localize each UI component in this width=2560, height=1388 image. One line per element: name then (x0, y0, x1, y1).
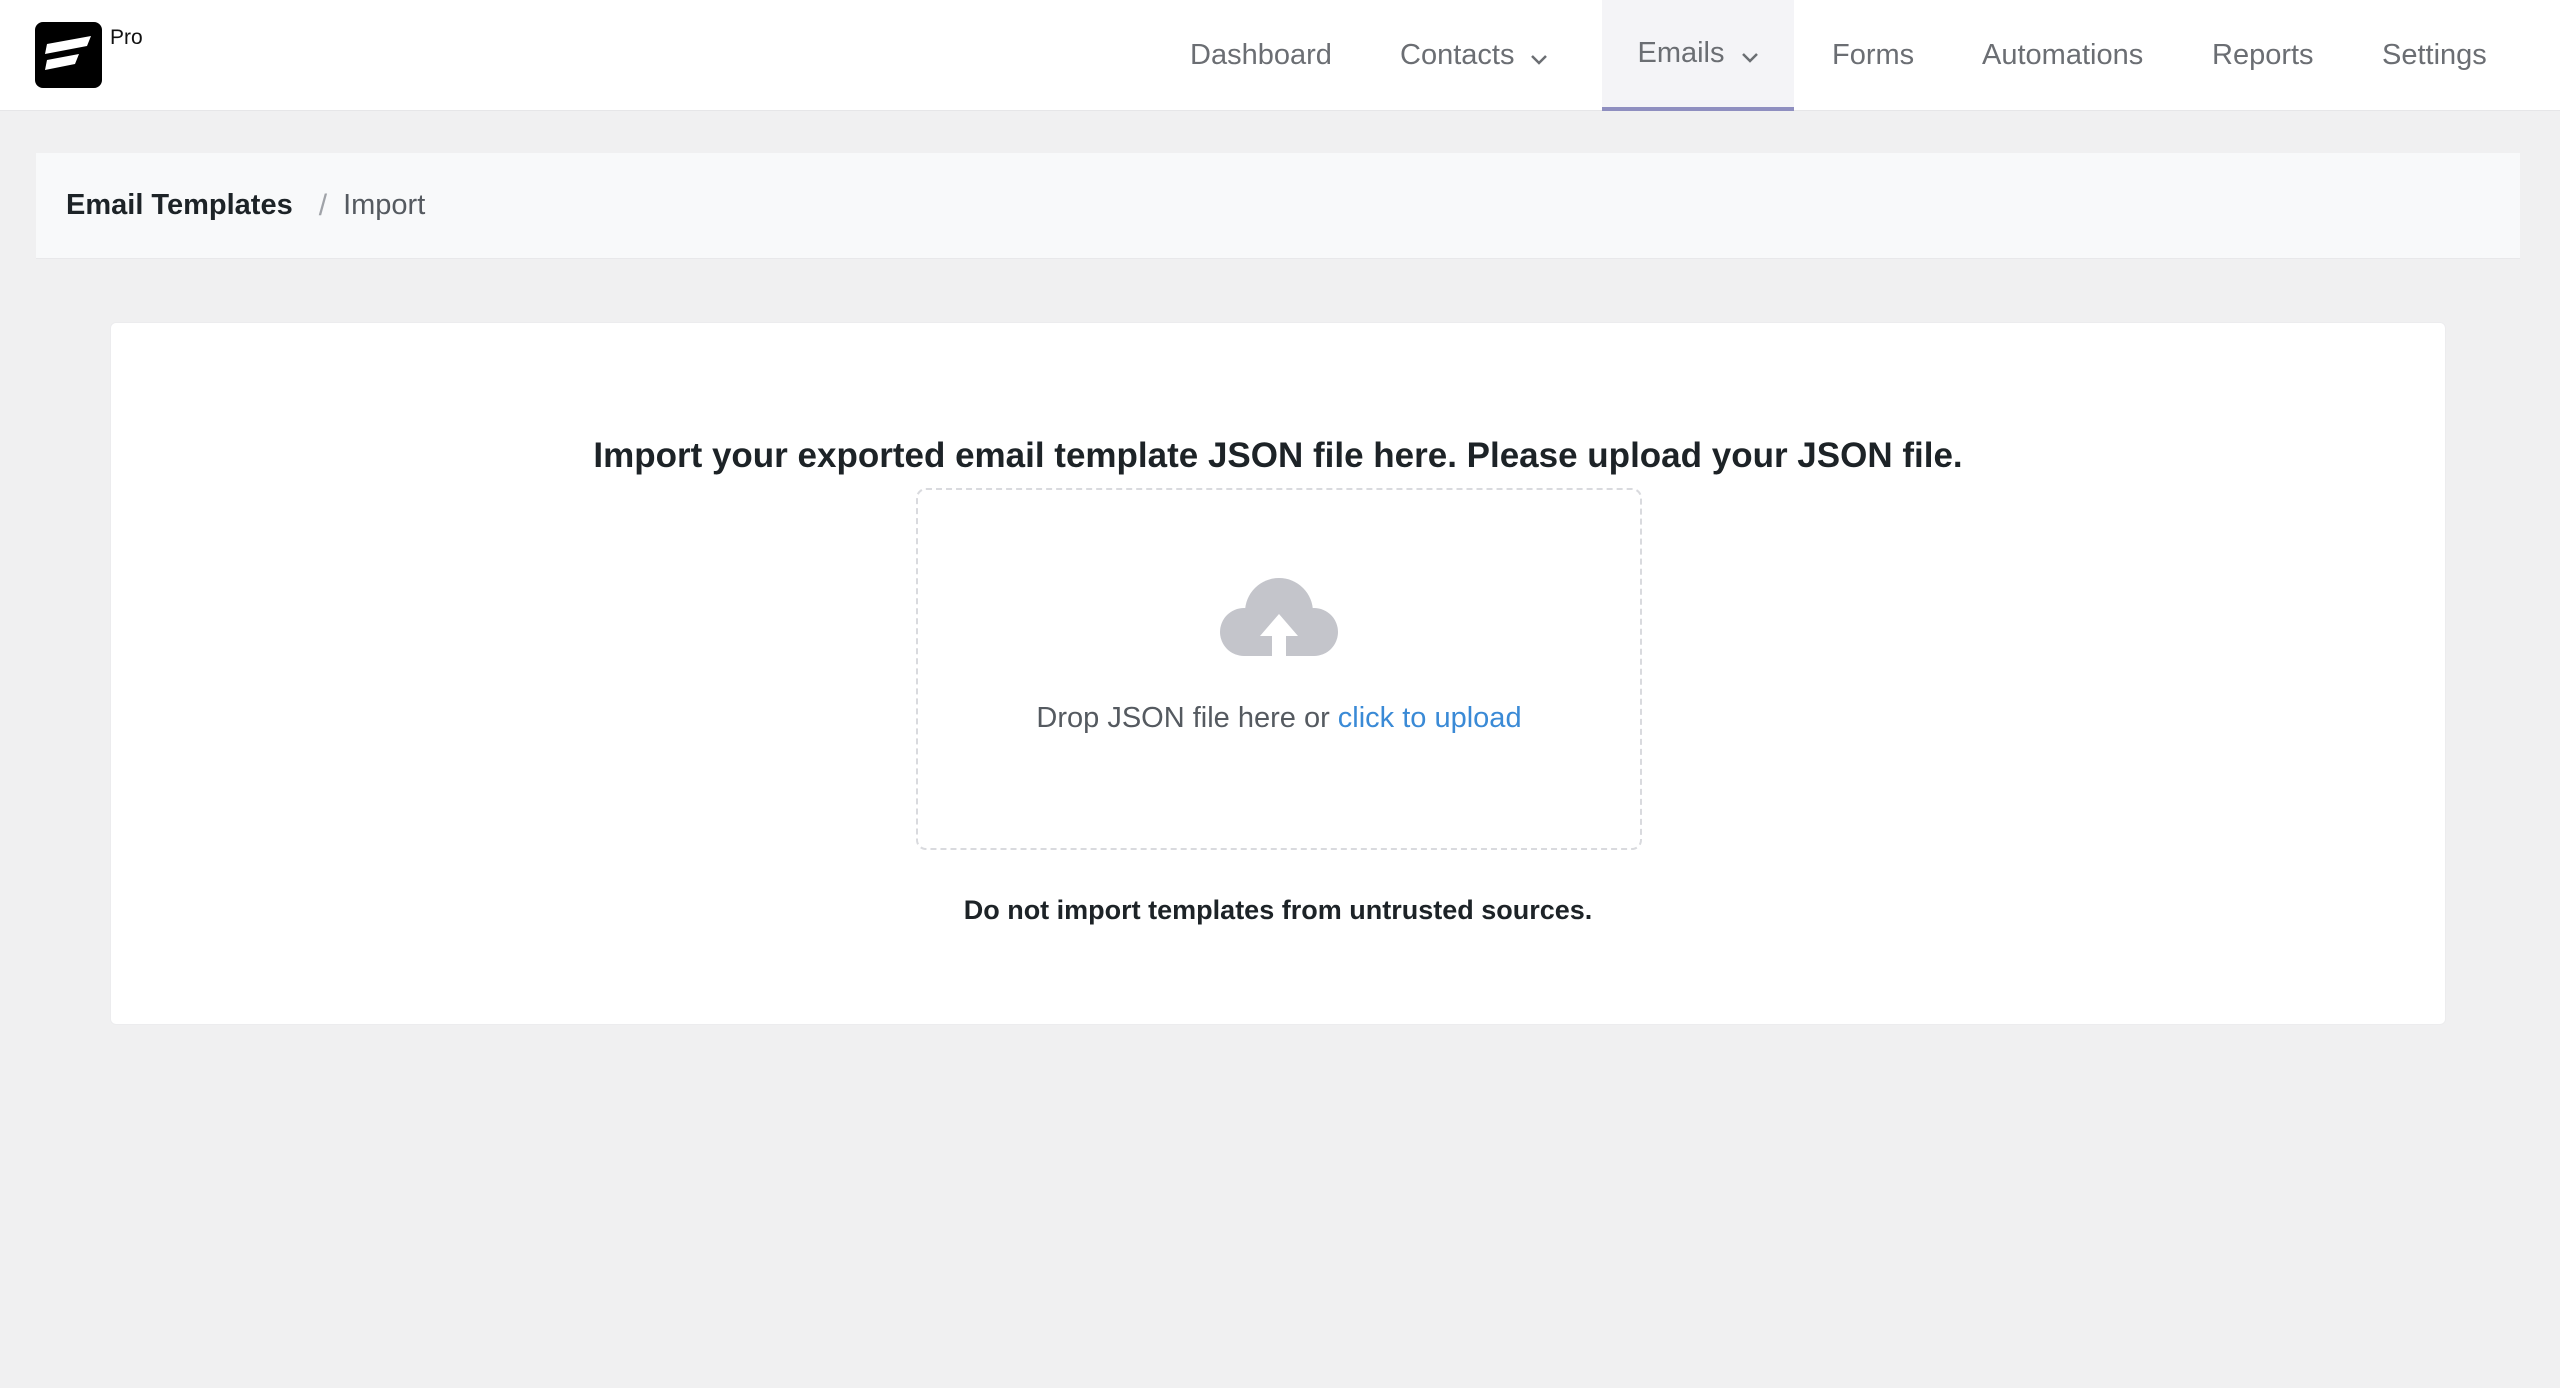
app-logo[interactable] (35, 22, 102, 88)
chevron-down-icon (1741, 39, 1759, 72)
logo-mark-icon (45, 36, 91, 70)
import-heading: Import your exported email template JSON… (593, 436, 1963, 475)
breadcrumb-separator: / (318, 188, 328, 222)
nav-reports[interactable]: Reports (2212, 0, 2314, 111)
nav-reports-label: Reports (2212, 39, 2314, 71)
breadcrumb-current: Import (343, 189, 426, 221)
nav-settings[interactable]: Settings (2382, 0, 2487, 111)
nav-dashboard[interactable]: Dashboard (1190, 0, 1332, 111)
nav-automations[interactable]: Automations (1982, 0, 2143, 111)
nav-settings-label: Settings (2382, 39, 2487, 71)
dropzone-text: Drop JSON file here or click to upload (918, 702, 1640, 735)
json-dropzone[interactable]: Drop JSON file here or click to upload (916, 488, 1642, 850)
breadcrumb-parent[interactable]: Email Templates (66, 189, 293, 222)
pro-badge: Pro (110, 26, 143, 49)
breadcrumb: Email Templates / Import (36, 153, 2520, 259)
import-card: Import your exported email template JSON… (110, 322, 2446, 1025)
nav-forms-label: Forms (1832, 39, 1915, 71)
nav-contacts-label: Contacts (1400, 39, 1515, 71)
nav-forms[interactable]: Forms (1832, 0, 1914, 111)
nav-automations-label: Automations (1982, 39, 2144, 71)
chevron-down-icon (1530, 41, 1548, 74)
cloud-upload-icon (1220, 578, 1338, 666)
nav-dashboard-label: Dashboard (1190, 39, 1332, 71)
click-to-upload-link[interactable]: click to upload (1338, 702, 1522, 734)
drop-instruction: Drop JSON file here or (1036, 702, 1330, 734)
top-navbar: Pro Dashboard Contacts Emails Forms Auto… (0, 0, 2560, 111)
nav-emails[interactable]: Emails (1602, 0, 1794, 111)
nav-emails-label: Emails (1637, 37, 1725, 69)
nav-contacts[interactable]: Contacts (1400, 0, 1548, 111)
untrusted-warning: Do not import templates from untrusted s… (963, 895, 1593, 925)
